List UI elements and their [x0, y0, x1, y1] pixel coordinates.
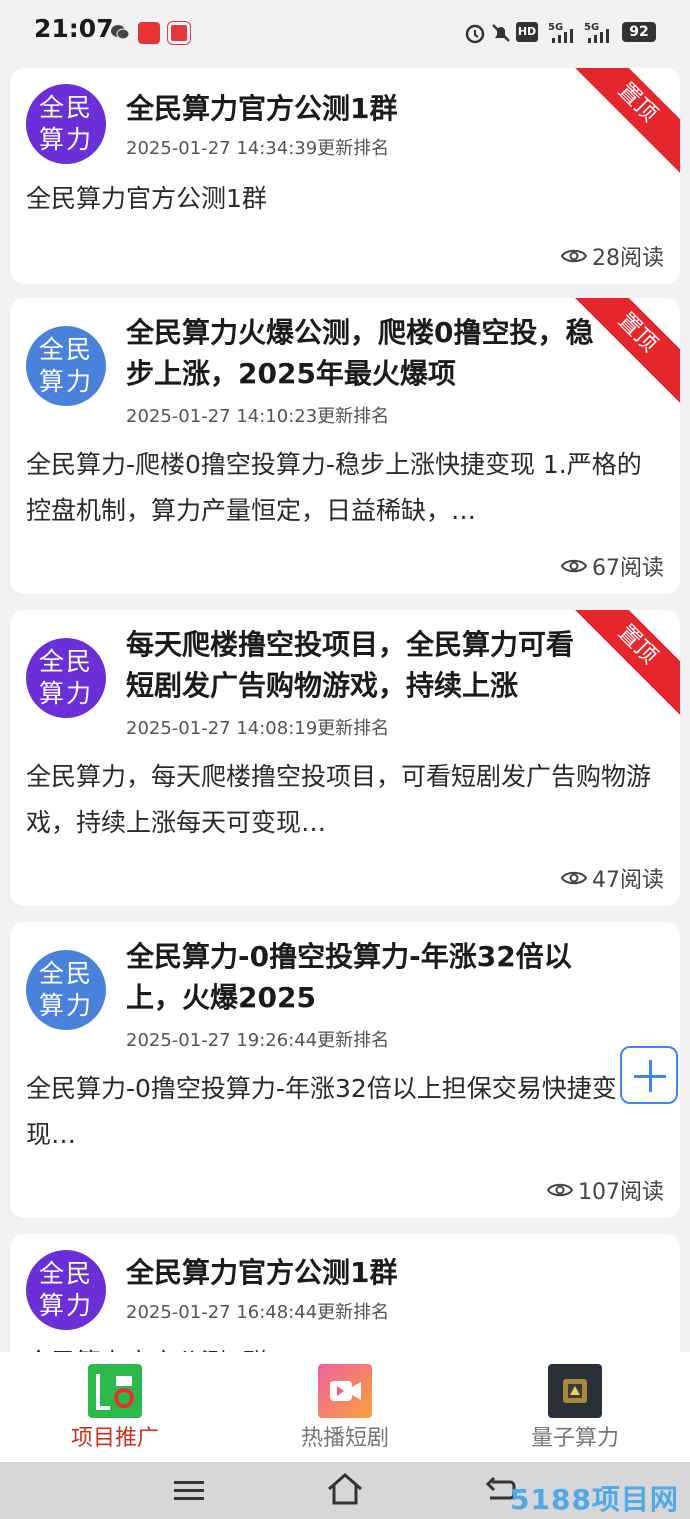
hd-icon: HD: [516, 22, 538, 42]
post-card[interactable]: 全民 算力 全民算力官方公测1群 2025-01-27 14:34:39更新排名 …: [10, 68, 680, 284]
post-time: 2025-01-27 14:10:23更新排名: [126, 406, 390, 427]
avatar: 全民 算力: [26, 638, 106, 718]
status-time: 21:07: [34, 14, 114, 43]
battery-icon: 92: [622, 22, 656, 42]
post-card[interactable]: 全民 算力 全民算力-0撸空投算力-年涨32倍以上，火爆2025 2025-01-…: [10, 922, 680, 1218]
post-body: 全民算力，每天爬楼撸空投项目，可看短剧发广告购物游戏，持续上涨每天可变现…: [26, 762, 652, 837]
app-icon-2: [167, 21, 191, 45]
svg-text:5G: 5G: [584, 22, 599, 33]
pinned-badge: 置顶: [549, 68, 680, 191]
tab-project-promotion[interactable]: 项目推广: [0, 1352, 230, 1462]
promote-icon: [88, 1364, 142, 1418]
menu-icon[interactable]: [172, 1476, 206, 1506]
post-card[interactable]: 全民 算力 每天爬楼撸空投项目，全民算力可看短剧发广告购物游戏，持续上涨 2025…: [10, 610, 680, 906]
post-time: 2025-01-27 19:26:44更新排名: [126, 1030, 390, 1051]
watermark: 5188项目网: [510, 1483, 679, 1516]
avatar: 全民 算力: [26, 326, 106, 406]
signal-5g-icon: 5G: [548, 22, 573, 43]
svg-text:5G: 5G: [548, 22, 563, 33]
tab-hot-dramas[interactable]: 热播短剧: [230, 1352, 460, 1462]
post-time: 2025-01-27 14:08:19更新排名: [126, 718, 390, 739]
post-title: 每天爬楼撸空投项目，全民算力可看短剧发广告购物游戏，持续上涨: [126, 628, 575, 702]
home-icon[interactable]: [326, 1472, 364, 1506]
tab-label: 项目推广: [70, 1426, 159, 1451]
tab-quantum-power[interactable]: 量子算力: [460, 1352, 690, 1462]
alarm-icon: [465, 24, 485, 44]
tab-label: 热播短剧: [300, 1426, 389, 1451]
post-time: 2025-01-27 14:34:39更新排名: [126, 138, 390, 159]
avatar: 全民 算力: [26, 950, 106, 1030]
post-body: 全民算力-0撸空投算力-年涨32倍以上担保交易快捷变现…: [26, 1074, 617, 1149]
wechat-icon: [111, 25, 130, 40]
post-title: 全民算力-0撸空投算力-年涨32倍以上，火爆2025: [126, 940, 572, 1014]
app-icon: [138, 22, 160, 44]
bottom-tab-bar: 项目推广 热播短剧 量子算力: [0, 1352, 690, 1462]
avatar: 全民 算力: [26, 1250, 106, 1330]
post-time: 2025-01-27 16:48:44更新排名: [126, 1302, 390, 1323]
tab-label: 量子算力: [530, 1426, 619, 1451]
post-title: 全民算力火爆公测，爬楼0撸空投，稳步上涨，2025年最火爆项: [126, 316, 594, 390]
read-count: 107阅读: [547, 1174, 664, 1206]
read-count: 28阅读: [561, 240, 664, 272]
read-count: 47阅读: [561, 862, 664, 894]
signal-5g-icon-2: 5G: [584, 22, 609, 43]
post-body: 全民算力-爬楼0撸空投算力-稳步上涨快捷变现 1.严格的控盘机制，算力产量恒定，…: [26, 450, 642, 525]
mute-icon: [492, 24, 510, 42]
eye-icon: [561, 871, 587, 885]
avatar: 全民 算力: [26, 84, 106, 164]
post-title: 全民算力官方公测1群: [126, 92, 398, 125]
post-card[interactable]: 全民 算力 全民算力火爆公测，爬楼0撸空投，稳步上涨，2025年最火爆项 2025…: [10, 298, 680, 594]
eye-icon: [561, 559, 587, 573]
eye-icon: [547, 1183, 573, 1197]
read-count: 67阅读: [561, 550, 664, 582]
video-icon: [318, 1364, 372, 1418]
post-body: 全民算力官方公测1群: [26, 184, 267, 213]
post-title: 全民算力官方公测1群: [126, 1256, 398, 1289]
status-bar: 21:07 HD 5G 5G 92: [0, 0, 690, 64]
eye-icon: [561, 249, 587, 263]
chip-icon: [548, 1364, 602, 1418]
add-post-button[interactable]: [620, 1046, 678, 1104]
